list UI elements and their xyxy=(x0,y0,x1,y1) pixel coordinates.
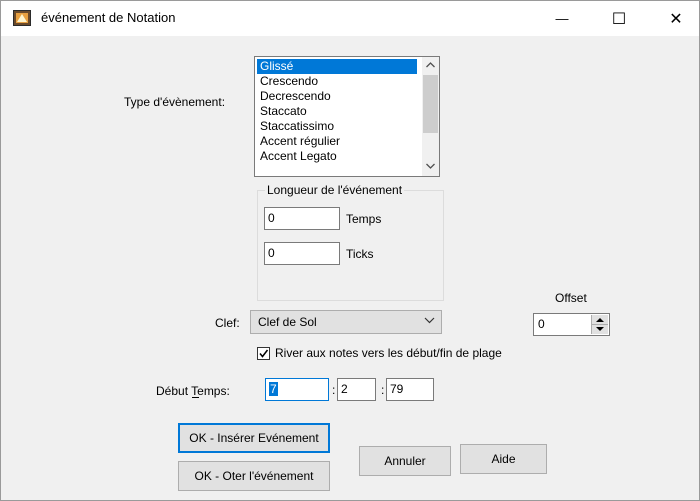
cancel-button[interactable]: Annuler xyxy=(359,446,451,476)
offset-value: 0 xyxy=(538,317,545,331)
snap-label[interactable]: River aux notes vers les début/fin de pl… xyxy=(275,346,502,360)
list-item-decrescendo[interactable]: Decrescendo xyxy=(257,89,417,104)
checkmark-icon xyxy=(259,349,269,358)
list-item-glisse[interactable]: Glissé xyxy=(257,59,417,74)
offset-spinbox[interactable]: 0 xyxy=(533,313,610,336)
start-time-label-text: Début Temps: xyxy=(156,384,230,398)
list-item-accent-legato[interactable]: Accent Legato xyxy=(257,149,417,164)
start-time-label: Début Temps: xyxy=(156,384,230,398)
notation-event-dialog: événement de Notation — ☐ ✕ Type d'évène… xyxy=(0,0,700,501)
clef-combobox[interactable]: Clef de Sol xyxy=(250,310,442,334)
offset-spin-buttons[interactable] xyxy=(591,315,608,334)
ok-insert-button[interactable]: OK - Insérer Evénement xyxy=(178,423,330,453)
event-length-group-title: Longueur de l'événement xyxy=(265,183,405,197)
chevron-down-icon xyxy=(424,317,435,324)
start-tick-input[interactable]: 79 xyxy=(386,378,434,401)
time-separator-2: : xyxy=(381,383,385,397)
start-bar-value: 7 xyxy=(269,382,278,396)
list-item-staccatissimo[interactable]: Staccatissimo xyxy=(257,119,417,134)
event-type-label: Type d'évènement: xyxy=(124,95,226,109)
ticks-input[interactable]: 0 xyxy=(264,242,340,265)
spin-down-icon[interactable] xyxy=(595,326,605,332)
scrollbar-thumb[interactable] xyxy=(423,75,438,133)
beats-label: Temps xyxy=(346,212,382,226)
snap-checkbox[interactable] xyxy=(257,347,270,360)
start-beat-input[interactable]: 2 xyxy=(337,378,376,401)
beats-input[interactable]: 0 xyxy=(264,207,340,230)
event-type-listbox[interactable]: Glissé Crescendo Decrescendo Staccato St… xyxy=(254,56,440,177)
offset-label: Offset xyxy=(555,291,587,305)
list-item-accent-regulier[interactable]: Accent régulier xyxy=(257,134,417,149)
list-scrollbar[interactable] xyxy=(422,57,439,176)
list-item-staccato[interactable]: Staccato xyxy=(257,104,417,119)
scroll-down-icon[interactable] xyxy=(426,163,435,169)
scroll-up-icon[interactable] xyxy=(426,62,435,68)
ticks-label: Ticks xyxy=(346,247,374,261)
clef-label: Clef: xyxy=(215,316,240,330)
clef-value: Clef de Sol xyxy=(258,315,317,329)
ok-remove-button[interactable]: OK - Oter l'événement xyxy=(178,461,330,491)
accelerator-underline xyxy=(192,397,199,398)
help-button[interactable]: Aide xyxy=(460,444,547,474)
time-separator-1: : xyxy=(332,383,336,397)
spin-up-icon[interactable] xyxy=(595,317,605,323)
start-bar-input[interactable]: 7 xyxy=(265,378,329,401)
dialog-body: Type d'évènement: Glissé Crescendo Decre… xyxy=(1,1,699,500)
list-item-crescendo[interactable]: Crescendo xyxy=(257,74,417,89)
